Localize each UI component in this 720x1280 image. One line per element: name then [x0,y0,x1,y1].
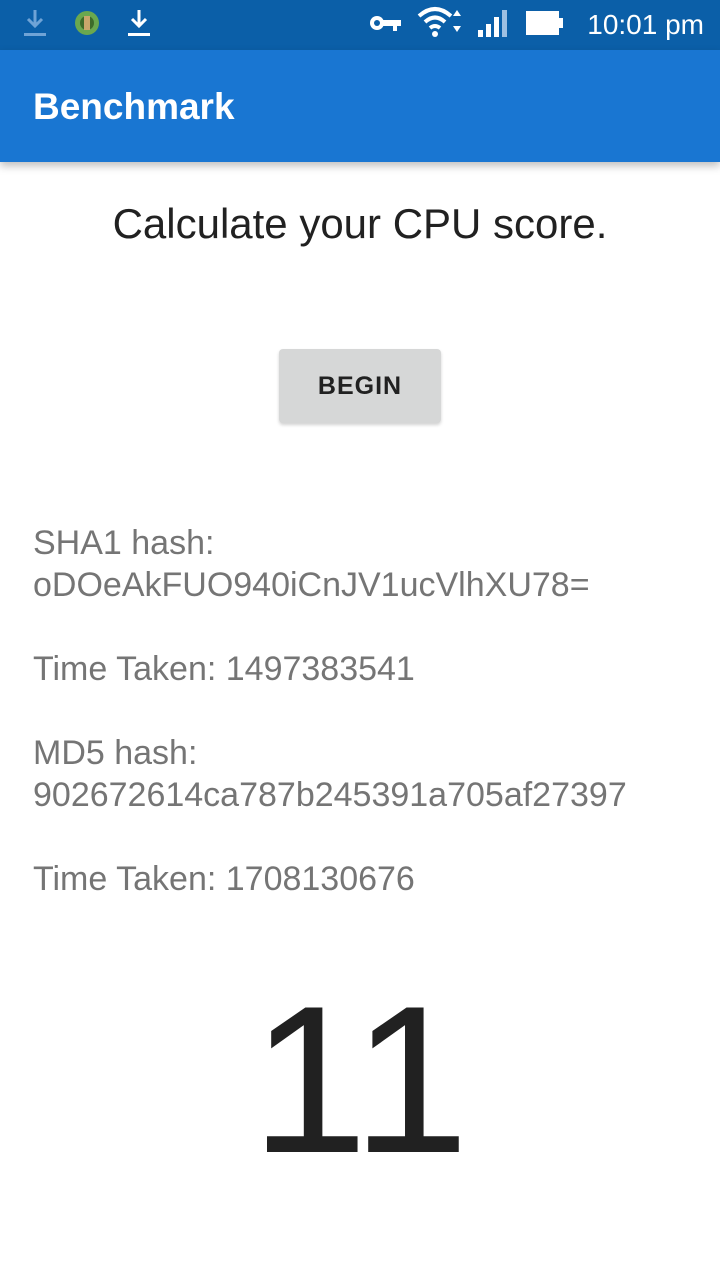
sha1-time-taken: Time Taken: 1497383541 [33,650,415,688]
sha1-value: oDOeAkFUO940iCnJV1ucVlhXU78= [33,566,590,604]
download-icon [126,8,152,43]
status-bar: 10:01 pm [0,0,720,50]
cpu-score: 11 [251,962,469,1197]
notification-icons [22,8,152,42]
battery-icon [525,10,565,41]
md5-value: 902672614ca787b245391a705af27397 [33,776,627,814]
system-icons: 10:01 pm [369,4,704,46]
sha1-label: SHA1 hash: [33,524,215,562]
headline: Calculate your CPU score. [112,200,608,247]
download-icon [22,8,48,43]
results-panel: SHA1 hash: oDOeAkFUO940iCnJV1ucVlhXU78= … [33,522,703,900]
wifi-icon [417,6,463,45]
status-time: 10:01 pm [587,9,704,40]
app-bar: Benchmark [0,50,720,162]
md5-time-taken: Time Taken: 1708130676 [33,860,415,898]
app-title: Benchmark [33,86,235,127]
vpn-key-icon [369,13,403,38]
begin-button[interactable]: BEGIN [279,349,441,423]
signal-icon [477,8,511,43]
app-notification-icon [72,8,102,43]
md5-label: MD5 hash: [33,734,198,772]
